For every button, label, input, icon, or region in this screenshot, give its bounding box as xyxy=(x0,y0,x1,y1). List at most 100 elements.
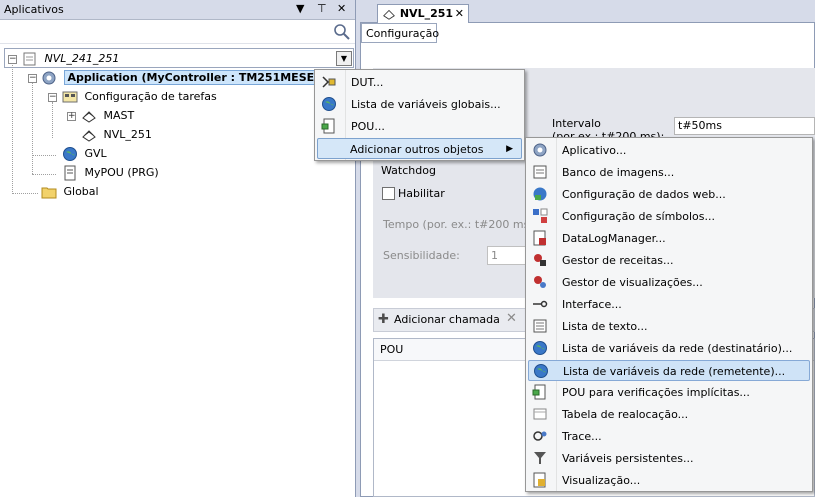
tab-configuracao[interactable]: Configuração xyxy=(361,23,439,43)
tree-item-task-config[interactable]: Configuração de tarefas xyxy=(62,88,217,106)
menu-item-label: Tabela de realocação... xyxy=(562,408,689,421)
tree-expander[interactable]: + xyxy=(67,112,76,121)
web-data-icon xyxy=(533,187,547,201)
tree-item-gvl[interactable]: GVL xyxy=(62,145,107,163)
menu-item-label: Interface... xyxy=(562,298,622,311)
menu-item-pou[interactable]: POU... xyxy=(317,116,522,137)
menu-item-label: Lista de variáveis globais... xyxy=(351,98,501,111)
tree-item-root[interactable]: NVL_241_251 xyxy=(22,50,119,68)
close-tab-icon[interactable]: ✕ xyxy=(455,7,464,20)
menu-item-label: Lista de variáveis da rede (remetente)..… xyxy=(563,365,786,378)
tree-item-label: GVL xyxy=(84,147,107,160)
submenu-item-interface[interactable]: Interface... xyxy=(528,294,810,315)
submenu-item-symbol-config[interactable]: Configuração de símbolos... xyxy=(528,206,810,227)
submenu-item-aplicativo[interactable]: Aplicativo... xyxy=(528,140,810,161)
tree-line xyxy=(12,62,13,192)
menu-item-label: Aplicativo... xyxy=(562,144,627,157)
submenu-item-pou-checks[interactable]: POU para verificações implícitas... xyxy=(528,382,810,403)
menu-item-label: Visualização... xyxy=(562,474,641,487)
tree-line xyxy=(12,193,38,194)
submenu-item-visualization[interactable]: Visualização... xyxy=(528,470,810,491)
task-config-icon xyxy=(62,91,78,103)
tree-item-label: Global xyxy=(63,185,99,198)
dut-icon xyxy=(322,76,336,88)
enable-checkbox[interactable] xyxy=(382,187,395,200)
network-globe-icon xyxy=(533,341,547,355)
tree-item-global[interactable]: Global xyxy=(41,183,99,201)
submenu-item-datalog[interactable]: DataLogManager... xyxy=(528,228,810,249)
menu-item-label: Variáveis persistentes... xyxy=(562,452,694,465)
panel-menu-icon[interactable]: ▼ xyxy=(296,2,304,15)
menu-item-label: Lista de texto... xyxy=(562,320,648,333)
submenu-item-image-pool[interactable]: Banco de imagens... xyxy=(528,162,810,183)
context-menu: DUT... Lista de variáveis globais... POU… xyxy=(314,69,525,161)
menu-item-label: Lista de variáveis da rede (destinatário… xyxy=(562,342,793,355)
submenu-item-relocation-table[interactable]: Tabela de realocação... xyxy=(528,404,810,425)
tree-line xyxy=(32,82,33,174)
chevron-down-icon[interactable]: ▼ xyxy=(336,51,352,66)
visualization-icon xyxy=(533,472,546,488)
task-icon xyxy=(82,130,96,142)
search-row xyxy=(0,20,355,44)
menu-item-global-vars[interactable]: Lista de variáveis globais... xyxy=(317,94,522,115)
folder-icon xyxy=(41,187,57,199)
text-list-icon xyxy=(533,319,547,333)
submenu-item-visu-manager[interactable]: Gestor de visualizações... xyxy=(528,272,810,293)
menu-item-label: Banco de imagens... xyxy=(562,166,675,179)
watchdog-label: Watchdog xyxy=(381,164,436,177)
visu-manager-icon xyxy=(534,276,546,288)
tree-expander[interactable]: − xyxy=(48,93,57,102)
tree-expander[interactable]: − xyxy=(28,74,37,83)
tab-nvl-251[interactable]: NVL_251 ✕ xyxy=(377,4,469,23)
menu-item-label: Configuração de símbolos... xyxy=(562,210,716,223)
pou-icon xyxy=(321,118,335,134)
search-input[interactable] xyxy=(2,22,332,41)
tree-item-mast[interactable]: MAST xyxy=(81,107,134,125)
submenu-item-persistent-vars[interactable]: Variáveis persistentes... xyxy=(528,448,810,469)
remove-icon[interactable]: ✕ xyxy=(506,311,517,326)
task-icon xyxy=(82,111,96,123)
menu-item-label: DataLogManager... xyxy=(562,232,666,245)
tree-item-application[interactable]: Application (MyController : TM251MESE) xyxy=(41,69,324,87)
relocation-table-icon xyxy=(533,408,547,420)
pin-icon[interactable]: ⊤ xyxy=(317,2,327,15)
tree-item-label: MyPOU (PRG) xyxy=(84,166,159,179)
menu-item-add-other-objects[interactable]: Adicionar outros objetos ▶ xyxy=(317,138,522,159)
task-icon xyxy=(383,9,395,20)
submenu-item-trace[interactable]: Trace... xyxy=(528,426,810,447)
submenu-item-text-list[interactable]: Lista de texto... xyxy=(528,316,810,337)
submenu-arrow-icon: ▶ xyxy=(506,144,513,154)
recipe-icon xyxy=(534,254,546,266)
menu-item-label: POU... xyxy=(351,120,385,133)
menu-item-label: Gestor de visualizações... xyxy=(562,276,703,289)
tree-item-label: MAST xyxy=(103,109,135,122)
menu-item-label: POU para verificações implícitas... xyxy=(562,386,750,399)
submenu-item-nvl-receiver[interactable]: Lista de variáveis da rede (destinatário… xyxy=(528,338,810,359)
watchdog-time-label: Tempo (por. ex.: t#200 ms): xyxy=(383,218,538,231)
project-icon xyxy=(23,52,36,66)
interval-field[interactable]: t#50ms xyxy=(674,117,815,135)
image-pool-icon xyxy=(533,165,547,179)
submenu: Aplicativo... Banco de imagens... Config… xyxy=(525,137,813,492)
submenu-item-nvl-sender[interactable]: Lista de variáveis da rede (remetente)..… xyxy=(528,360,810,381)
menu-item-label: Configuração de dados web... xyxy=(562,188,726,201)
panel-title: Aplicativos xyxy=(4,3,64,16)
tree-item-nvl[interactable]: NVL_251 xyxy=(81,126,152,144)
tab-label: NVL_251 xyxy=(399,7,454,20)
plus-icon[interactable]: ✚ xyxy=(378,312,389,327)
sensitivity-label: Sensibilidade: xyxy=(383,249,460,262)
applications-panel: Aplicativos ▼ ⊤ ✕ ▼ − NVL_241_251 − Appl… xyxy=(0,0,356,497)
submenu-item-web-data[interactable]: Configuração de dados web... xyxy=(528,184,810,205)
pou-icon xyxy=(64,165,76,181)
tree-item-label: NVL_251 xyxy=(103,128,152,141)
tree-item-mypou[interactable]: MyPOU (PRG) xyxy=(62,164,159,182)
globe-icon xyxy=(63,147,77,161)
menu-item-label: Trace... xyxy=(562,430,602,443)
close-icon[interactable]: ✕ xyxy=(337,2,346,15)
trace-icon xyxy=(533,431,547,441)
add-call-button[interactable]: Adicionar chamada xyxy=(394,313,500,326)
tree-expander[interactable]: − xyxy=(8,55,17,64)
submenu-item-recipe[interactable]: Gestor de receitas... xyxy=(528,250,810,271)
menu-item-dut[interactable]: DUT... xyxy=(317,72,522,93)
search-icon[interactable] xyxy=(333,23,351,41)
